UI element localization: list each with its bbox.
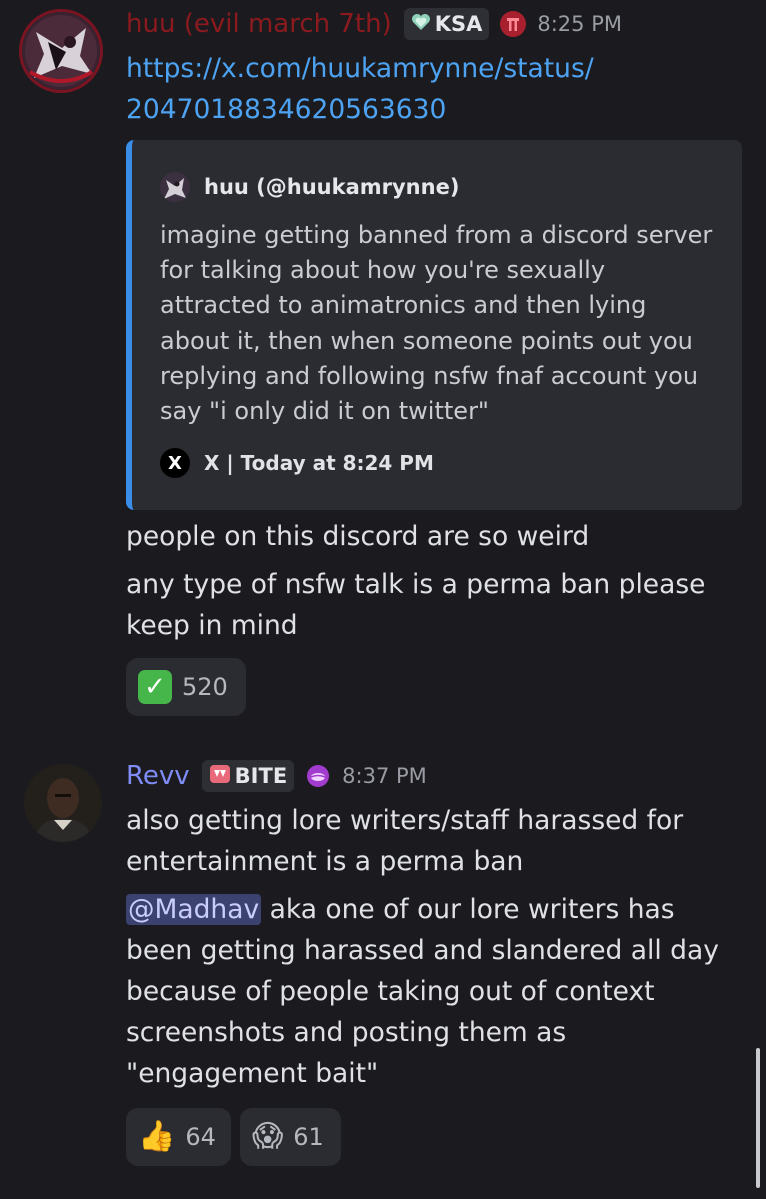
username[interactable]: huu (evil march 7th)	[126, 9, 392, 39]
reaction-check[interactable]: ✓ 520	[126, 658, 246, 716]
reaction-count: 520	[182, 673, 228, 701]
message-line: also getting lore writers/staff harassed…	[126, 805, 684, 877]
embed-author-avatar	[160, 172, 190, 202]
embed-footer: X X | Today at 8:24 PM	[160, 448, 434, 478]
reaction-count: 64	[185, 1123, 216, 1151]
username[interactable]: Revv	[126, 761, 190, 791]
check-mark-emoji: ✓	[138, 670, 172, 704]
green-heart-icon	[411, 12, 431, 36]
message-link[interactable]: https://x.com/huukamrynne/status/ 204701…	[126, 48, 726, 130]
tweet-link-line-1[interactable]: https://x.com/huukamrynne/status/	[126, 53, 594, 84]
x-logo-icon: X	[160, 448, 190, 478]
scrollbar[interactable]	[756, 1048, 760, 1188]
server-tag[interactable]: KSA	[403, 8, 490, 40]
tweet-link-line-2[interactable]: 2047018834620563630	[126, 94, 446, 125]
server-tag-label: KSA	[434, 12, 483, 36]
timestamp: 8:37 PM	[342, 764, 427, 788]
message-header: Revv BITE 8:37 PM	[126, 760, 427, 792]
message-line: any type of nsfw talk is a perma ban ple…	[126, 569, 706, 641]
tweet-embed[interactable]: huu (@huukamrynne) imagine getting banne…	[126, 140, 742, 510]
red-shrine-icon	[499, 10, 527, 38]
server-tag-label: BITE	[234, 764, 288, 788]
timestamp: 8:25 PM	[537, 12, 622, 36]
embed-author-name: huu (@huukamrynne)	[204, 175, 460, 199]
embed-description: imagine getting banned from a discord se…	[160, 221, 713, 426]
user-mention[interactable]: @Madhav	[126, 894, 262, 925]
server-tag[interactable]: BITE	[201, 760, 295, 792]
scream-emoji: 😱	[252, 1119, 284, 1154]
reaction-scream[interactable]: 😱 61	[240, 1108, 341, 1166]
message-line: @Madhav aka one of our lore writers has …	[126, 889, 722, 1094]
fangs-icon	[209, 763, 231, 790]
reaction-thumbs-up[interactable]: 👍 64	[126, 1108, 231, 1166]
purple-lips-icon	[304, 762, 332, 790]
avatar[interactable]	[22, 12, 100, 90]
thumbs-up-emoji: 👍	[138, 1119, 176, 1154]
message-header: huu (evil march 7th) KSA 8:25 PM	[126, 8, 622, 40]
message-line: people on this discord are so weird	[126, 521, 590, 552]
embed-author[interactable]: huu (@huukamrynne)	[160, 172, 459, 202]
embed-footer-text: X | Today at 8:24 PM	[204, 451, 434, 475]
reaction-count: 61	[293, 1123, 324, 1151]
avatar[interactable]	[24, 764, 102, 842]
